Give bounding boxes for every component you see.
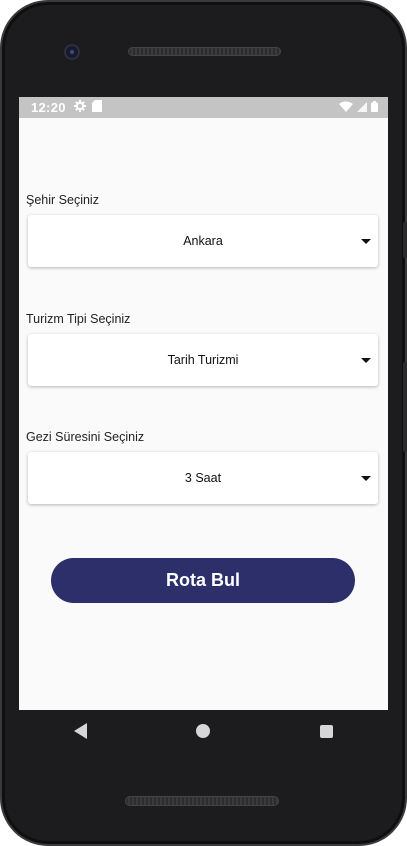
volume-button [403,222,407,258]
device-frame: 12:20 Şehir Seçiniz Ankara Turizm Tipi S… [0,0,407,846]
power-button [403,362,407,452]
sd-card-icon [91,100,102,115]
system-nav-bar [19,710,388,752]
top-speaker [128,47,281,56]
status-time: 12:20 [31,100,66,115]
wifi-icon [339,100,353,115]
status-bar: 12:20 [19,97,388,118]
battery-icon [371,100,378,115]
dropdown-arrow-icon [361,358,371,363]
tourism-type-dropdown[interactable]: Tarih Turizmi [28,334,378,386]
settings-icon [73,100,86,115]
recents-icon[interactable] [320,724,334,738]
find-route-button[interactable]: Rota Bul [51,558,355,603]
back-icon[interactable] [73,723,87,739]
app-screen: 12:20 Şehir Seçiniz Ankara Turizm Tipi S… [19,97,388,710]
city-value: Ankara [183,234,223,248]
dropdown-arrow-icon [361,239,371,244]
signal-icon [357,100,367,115]
duration-label: Gezi Süresini Seçiniz [26,430,145,444]
home-icon[interactable] [196,724,211,738]
bottom-speaker [125,796,279,806]
city-label: Şehir Seçiniz [26,193,99,207]
form-content: Şehir Seçiniz Ankara Turizm Tipi Seçiniz… [19,118,388,710]
duration-value: 3 Saat [184,471,222,485]
tourism-type-label: Turizm Tipi Seçiniz [26,312,131,326]
duration-dropdown[interactable]: 3 Saat [28,452,378,504]
dropdown-arrow-icon [361,476,371,481]
city-dropdown[interactable]: Ankara [28,215,378,267]
tourism-type-value: Tarih Turizmi [167,353,239,367]
front-camera [64,44,80,60]
